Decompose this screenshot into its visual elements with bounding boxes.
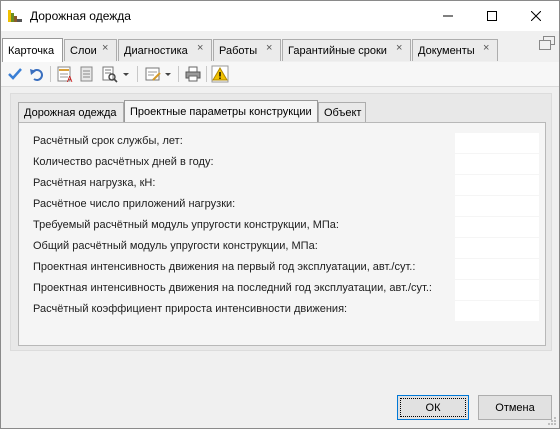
field-label: Требуемый расчётный модуль упругости кон… — [33, 219, 339, 231]
close-icon — [531, 11, 541, 21]
tab-diagnostics[interactable]: Диагностика × — [118, 39, 212, 61]
required-modulus-input[interactable] — [455, 217, 539, 237]
field-label: Количество расчётных дней в году: — [33, 156, 214, 168]
maximize-button[interactable] — [472, 1, 512, 31]
toolbar-separator — [50, 66, 51, 82]
tab-label: Диагностика — [124, 44, 188, 57]
tab-label: Слои — [70, 44, 97, 57]
field-row: Требуемый расчётный модуль упругости кон… — [33, 217, 539, 237]
print-preview-icon[interactable] — [100, 65, 118, 83]
dialog-footer: ОК Отмена — [1, 385, 559, 428]
tab-road-pavement[interactable]: Дорожная одежда — [18, 102, 124, 122]
tab-label: Гарантийные сроки — [288, 44, 387, 57]
toolbar-separator — [178, 66, 179, 82]
field-row: Расчётный срок службы, лет: — [33, 133, 539, 153]
design-load-input[interactable] — [455, 175, 539, 195]
load-applications-input[interactable] — [455, 196, 539, 216]
cancel-button-label: Отмена — [495, 401, 535, 414]
tab-label: Объект — [324, 106, 362, 119]
close-tab-icon[interactable]: × — [266, 43, 275, 54]
total-modulus-input[interactable] — [455, 238, 539, 258]
close-tab-icon[interactable]: × — [483, 43, 492, 54]
tab-warranty[interactable]: Гарантийные сроки × — [282, 39, 411, 61]
warning-icon[interactable] — [211, 65, 229, 83]
tab-object[interactable]: Объект — [318, 102, 366, 122]
road-pavement-icon — [8, 10, 22, 22]
main-tabstrip: Карточка Слои × Диагностика × Работы × Г… — [1, 38, 559, 62]
field-label: Общий расчётный модуль упругости констру… — [33, 240, 318, 252]
dropdown-arrow-icon[interactable] — [163, 65, 173, 83]
svg-text:A: A — [67, 75, 73, 83]
tab-card[interactable]: Карточка — [2, 38, 63, 62]
field-row: Проектная интенсивность движения на перв… — [33, 259, 539, 279]
tab-label: Карточка — [8, 44, 55, 57]
tab-documents[interactable]: Документы × — [412, 39, 498, 61]
field-row: Расчётное число приложений нагрузки: — [33, 196, 539, 216]
window-title: Дорожная одежда — [30, 9, 131, 23]
tab-label: Дорожная одежда — [24, 106, 117, 119]
tab-works[interactable]: Работы × — [213, 39, 281, 61]
field-label: Расчётный коэффициент прироста интенсивн… — [33, 303, 348, 315]
printer-icon[interactable] — [184, 65, 202, 83]
toolbar-separator — [206, 66, 207, 82]
close-tab-icon[interactable]: × — [102, 43, 111, 54]
field-label: Расчётное число приложений нагрузки: — [33, 198, 236, 210]
undo-icon[interactable] — [28, 65, 46, 83]
field-row: Количество расчётных дней в году: — [33, 154, 539, 174]
field-row: Расчётная нагрузка, кН: — [33, 175, 539, 195]
card-content: Дорожная одежда Проектные параметры конс… — [10, 93, 552, 351]
dialog-window: Дорожная одежда Карточка Слои × Диагност… — [0, 0, 560, 429]
document-icon[interactable] — [78, 65, 96, 83]
toolbar: A — [1, 62, 559, 87]
toolbar-separator — [137, 66, 138, 82]
cancel-button[interactable]: Отмена — [478, 395, 552, 420]
field-label: Расчётная нагрузка, кН: — [33, 177, 156, 189]
minimize-icon — [443, 15, 453, 17]
field-label: Проектная интенсивность движения на перв… — [33, 261, 416, 273]
checkmark-icon[interactable] — [6, 65, 24, 83]
field-row: Проектная интенсивность движения на посл… — [33, 280, 539, 300]
report-icon[interactable]: A — [56, 65, 74, 83]
intensity-last-year-input[interactable] — [455, 280, 539, 300]
growth-coefficient-input[interactable] — [455, 301, 539, 321]
restore-windows-icon[interactable] — [539, 36, 555, 50]
close-tab-icon[interactable]: × — [396, 43, 405, 54]
tab-design-parameters[interactable]: Проектные параметры конструкции — [124, 100, 318, 123]
field-label: Расчётный срок службы, лет: — [33, 135, 183, 147]
form-edit-icon[interactable] — [144, 65, 162, 83]
close-tab-icon[interactable]: × — [197, 43, 206, 54]
intensity-first-year-input[interactable] — [455, 259, 539, 279]
maximize-icon — [487, 11, 497, 21]
resize-grip-icon[interactable] — [547, 416, 557, 426]
tab-layers[interactable]: Слои × — [64, 39, 117, 61]
title-bar: Дорожная одежда — [1, 1, 559, 31]
field-label: Проектная интенсивность движения на посл… — [33, 282, 432, 294]
service-life-input[interactable] — [455, 133, 539, 153]
tab-label: Документы — [418, 44, 475, 57]
design-days-input[interactable] — [455, 154, 539, 174]
focus-rect — [400, 398, 466, 417]
field-row: Расчётный коэффициент прироста интенсивн… — [33, 301, 539, 321]
dropdown-arrow-icon[interactable] — [121, 65, 131, 83]
field-row: Общий расчётный модуль упругости констру… — [33, 238, 539, 258]
minimize-button[interactable] — [428, 1, 468, 31]
ok-button[interactable]: ОК — [397, 395, 469, 420]
close-button[interactable] — [516, 1, 556, 31]
tab-label: Работы — [219, 44, 258, 57]
tab-label: Проектные параметры конструкции — [130, 106, 312, 118]
design-parameters-panel: Расчётный срок службы, лет: Количество р… — [18, 122, 546, 346]
